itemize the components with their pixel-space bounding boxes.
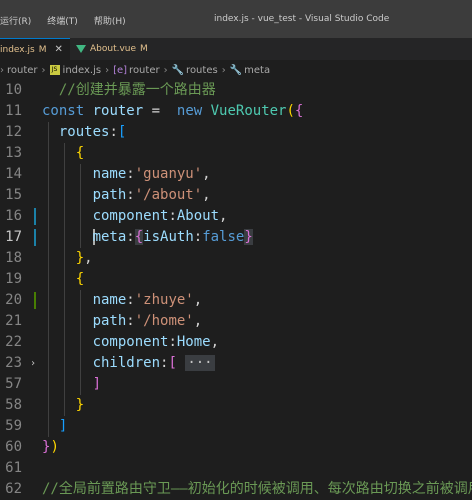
code-text: children:[ ··· [92, 355, 215, 371]
chevron-right-icon[interactable]: › [30, 353, 36, 374]
code-line: 10 //创建并暴露一个路由器 [0, 80, 472, 101]
menu-terminal[interactable]: 终端(T) [47, 14, 78, 27]
code-line: 62 //全局前置路由守卫——初始化的时候被调用、每次路由切换之前被调用 [0, 479, 472, 500]
code-line: 58 } [0, 395, 472, 416]
code-text: name:'zhuye', [92, 292, 203, 308]
git-modified-marker [34, 229, 36, 246]
breadcrumb: › router › JS index.js › [e] router › 🔧 … [0, 60, 472, 80]
line-number: 18 [5, 250, 22, 266]
code-text: ] [58, 418, 68, 434]
code-line: 57 ] [0, 374, 472, 395]
code-text: { [75, 271, 85, 287]
tab-bar: index.js M ✕ About.vue M [0, 38, 472, 60]
close-icon[interactable]: ✕ [54, 44, 62, 55]
code-text: meta:{isAuth:false} [92, 229, 253, 245]
line-number: 58 [5, 397, 22, 413]
git-added-marker [34, 292, 36, 309]
line-number: 59 [5, 418, 22, 434]
line-number: 14 [5, 166, 22, 182]
code-text: } [75, 397, 85, 413]
breadcrumb-symbol-meta[interactable]: meta [244, 65, 270, 76]
chevron-right-icon: › [221, 64, 226, 76]
breadcrumb-folder-router[interactable]: router [7, 65, 38, 76]
code-text: path:'/about', [92, 187, 211, 203]
line-number: 17 [5, 229, 22, 245]
code-line: 14 name:'guanyu', [0, 164, 472, 185]
line-number: 10 [5, 82, 22, 98]
line-number: 60 [5, 439, 22, 455]
menu-bar: 运行(R) 终端(T) 帮助(H) [0, 14, 142, 27]
code-text: name:'guanyu', [92, 166, 211, 182]
tab-label: About.vue [90, 44, 137, 54]
code-line: 12 routes:[ [0, 122, 472, 143]
chevron-right-icon: › [105, 64, 110, 76]
code-line-current: 17 meta:{isAuth:false} [0, 227, 472, 248]
js-file-icon: JS [49, 65, 60, 75]
folded-region-ellipsis[interactable]: ··· [185, 355, 215, 371]
code-line: 23 › children:[ ··· [0, 353, 472, 374]
tab-about-vue[interactable]: About.vue M [70, 38, 180, 60]
line-number: 20 [5, 292, 22, 308]
breadcrumb-symbol-router[interactable]: router [129, 65, 160, 76]
modified-badge: M [38, 44, 47, 55]
chevron-right-icon: › [0, 64, 4, 76]
code-line: 15 path:'/about', [0, 185, 472, 206]
line-number: 12 [5, 124, 22, 140]
code-line: 59 ] [0, 416, 472, 437]
code-line: 60 }) [0, 437, 472, 458]
tab-index-js[interactable]: index.js M ✕ [0, 38, 70, 60]
title-bar: 运行(R) 终端(T) 帮助(H) index.js - vue_test - … [0, 0, 472, 38]
code-line: 18 }, [0, 248, 472, 269]
line-number: 22 [5, 334, 22, 350]
code-text: const router = new VueRouter({ [42, 103, 304, 119]
line-number: 23 [5, 355, 22, 371]
vue-file-icon [76, 45, 86, 53]
code-text: //全局前置路由守卫——初始化的时候被调用、每次路由切换之前被调用 [42, 481, 472, 497]
breadcrumb-symbol-routes[interactable]: routes [186, 65, 218, 76]
variable-symbol-icon: [e] [113, 64, 128, 76]
line-number: 19 [5, 271, 22, 287]
code-line: 21 path:'/home', [0, 311, 472, 332]
code-line: 16 component:About, [0, 206, 472, 227]
code-text: routes:[ [58, 124, 127, 140]
property-wrench-icon: 🔧 [171, 64, 185, 76]
line-number: 13 [5, 145, 22, 161]
line-number: 15 [5, 187, 22, 203]
breadcrumb-file[interactable]: index.js [63, 65, 102, 76]
code-text: }, [75, 250, 93, 266]
code-line: 13 { [0, 143, 472, 164]
modified-badge: M [140, 44, 148, 54]
line-number: 11 [5, 103, 22, 119]
menu-run[interactable]: 运行(R) [0, 14, 31, 27]
line-number: 62 [5, 481, 22, 497]
window-title: index.js - vue_test - Visual Studio Code [214, 14, 390, 24]
code-text: }) [42, 439, 59, 455]
code-text: component:About, [92, 208, 228, 224]
line-number: 57 [5, 376, 22, 392]
line-number: 16 [5, 208, 22, 224]
code-text: path:'/home', [92, 313, 203, 329]
line-number: 21 [5, 313, 22, 329]
code-line: 61 [0, 458, 472, 479]
property-wrench-icon: 🔧 [229, 64, 243, 76]
code-text: //创建并暴露一个路由器 [42, 82, 216, 98]
code-editor[interactable]: 10 //创建并暴露一个路由器 11 const router = new Vu… [0, 80, 472, 497]
menu-help[interactable]: 帮助(H) [94, 14, 126, 27]
code-line: 19 { [0, 269, 472, 290]
code-text: { [75, 145, 85, 161]
chevron-right-icon: › [41, 64, 46, 76]
code-text: component:Home, [92, 334, 220, 350]
chevron-right-icon: › [163, 64, 168, 76]
code-line: 11 const router = new VueRouter({ [0, 101, 472, 122]
code-text: ] [92, 376, 102, 392]
code-line: 20 name:'zhuye', [0, 290, 472, 311]
line-number: 61 [5, 460, 22, 476]
code-line: 22 component:Home, [0, 332, 472, 353]
tab-label: index.js [0, 44, 35, 55]
git-modified-marker [34, 208, 36, 225]
